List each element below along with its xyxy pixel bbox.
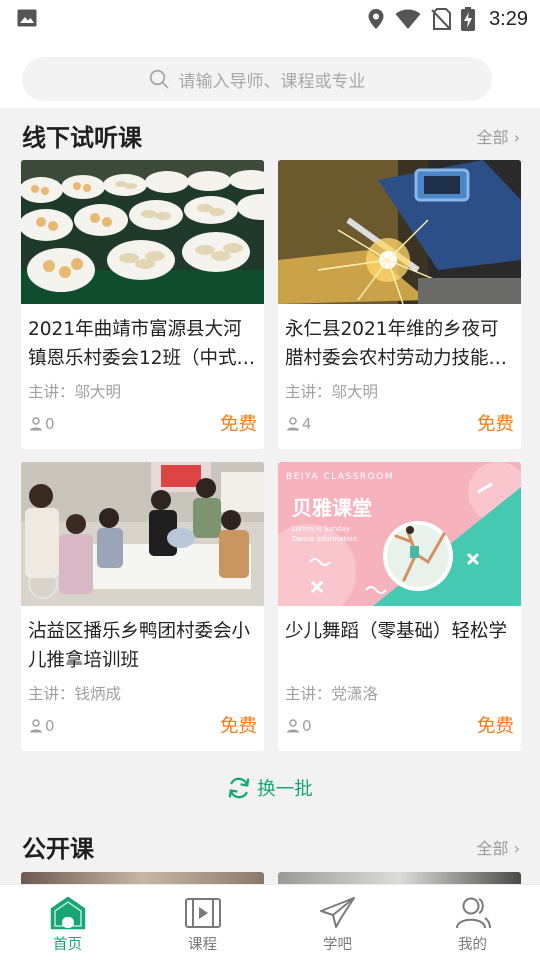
status-time: 3:29 bbox=[489, 7, 528, 30]
tab-home[interactable]: 首页 bbox=[0, 885, 135, 960]
home-icon bbox=[50, 896, 85, 930]
course-price: 免费 bbox=[219, 414, 257, 435]
poster-brand-big: 贝雅课堂 bbox=[292, 496, 372, 520]
wifi-icon bbox=[395, 9, 421, 29]
course-card[interactable]: BEIYA CLASSROOM 贝雅课堂 Lorem is Sunday Dan… bbox=[278, 462, 521, 751]
user-icon bbox=[455, 897, 491, 929]
refresh-icon bbox=[229, 777, 250, 799]
course-teacher: 主讲：邬大明 bbox=[285, 383, 379, 401]
tab-study-label: 学吧 bbox=[323, 937, 352, 953]
course-teacher: 主讲：邬大明 bbox=[28, 383, 122, 401]
no-sim-icon bbox=[431, 8, 452, 30]
learner-count: 4 bbox=[286, 415, 312, 433]
course-teacher: 主讲：党潇洛 bbox=[285, 685, 379, 703]
refresh-batch-button[interactable]: 换一批 bbox=[0, 772, 540, 804]
poster-brand-small: BEIYA CLASSROOM bbox=[286, 472, 395, 482]
person-icon bbox=[30, 719, 42, 733]
offline-see-all-link[interactable]: 全部 › bbox=[477, 124, 521, 148]
search-bar-container: 请输入导师、课程或专业 bbox=[0, 40, 540, 108]
classroom-photo bbox=[21, 462, 264, 606]
course-price: 免费 bbox=[219, 716, 257, 737]
public-section-title: 公开课 bbox=[22, 835, 94, 863]
person-icon bbox=[287, 417, 299, 431]
search-input[interactable]: 请输入导师、课程或专业 bbox=[22, 57, 492, 101]
tab-profile[interactable]: 我的 bbox=[405, 885, 540, 960]
learner-count-value: 0 bbox=[302, 717, 312, 735]
bottom-tab-bar: 首页 课程 学吧 我的 bbox=[0, 884, 540, 960]
learner-count-value: 0 bbox=[45, 415, 55, 433]
course-card[interactable]: 永仁县2021年维的乡夜可腊村委会农村劳动力技能… 主讲：邬大明 4 免费 bbox=[278, 160, 521, 449]
course-teacher: 主讲：钱炳成 bbox=[28, 685, 122, 703]
search-icon bbox=[149, 69, 168, 89]
learner-count-value: 4 bbox=[302, 415, 312, 433]
tab-courses-label: 课程 bbox=[188, 937, 217, 953]
course-title: 沾益区播乐乡鸭团村委会小儿推拿培训班 bbox=[28, 621, 251, 671]
course-title: 2021年曲靖市富源县大河镇恩乐村委会12班（中式… bbox=[28, 319, 256, 369]
tab-home-label: 首页 bbox=[53, 937, 82, 953]
course-price: 免费 bbox=[476, 716, 514, 737]
course-card[interactable]: 沾益区播乐乡鸭团村委会小儿推拿培训班 主讲：钱炳成 0 免费 bbox=[21, 462, 264, 751]
status-icons: 3:29 bbox=[367, 6, 528, 32]
tab-profile-label: 我的 bbox=[458, 937, 487, 953]
person-icon bbox=[287, 719, 299, 733]
offline-section-title: 线下试听课 bbox=[22, 124, 142, 152]
refresh-label: 换一批 bbox=[257, 779, 313, 800]
poster-tagline-1: Lorem is Sunday bbox=[292, 525, 351, 533]
learner-count-value: 0 bbox=[45, 717, 55, 735]
course-title: 永仁县2021年维的乡夜可腊村委会农村劳动力技能… bbox=[285, 319, 508, 369]
welding-photo bbox=[278, 160, 521, 304]
public-see-all-link[interactable]: 全部 › bbox=[477, 835, 521, 859]
dumplings-photo bbox=[21, 160, 264, 304]
offline-section-header: 线下试听课 全部 › bbox=[0, 112, 540, 158]
learner-count: 0 bbox=[29, 717, 55, 735]
search-placeholder: 请输入导师、课程或专业 bbox=[178, 71, 366, 92]
paper-plane-icon bbox=[319, 897, 355, 928]
dance-poster: BEIYA CLASSROOM 贝雅课堂 Lorem is Sunday Dan… bbox=[278, 462, 521, 606]
battery-charging-icon bbox=[461, 7, 476, 31]
course-card[interactable]: 2021年曲靖市富源县大河镇恩乐村委会12班（中式… 主讲：邬大明 0 免费 bbox=[21, 160, 264, 449]
tab-study[interactable]: 学吧 bbox=[270, 885, 405, 960]
poster-tagline-2: Dance information bbox=[292, 535, 357, 543]
status-bar: 3:29 bbox=[0, 0, 540, 40]
course-price: 免费 bbox=[476, 414, 514, 435]
public-section-header: 公开课 全部 › bbox=[0, 823, 540, 869]
learner-count: 0 bbox=[286, 717, 312, 735]
gallery-notification-icon bbox=[17, 9, 37, 27]
video-icon bbox=[184, 898, 221, 928]
location-icon bbox=[368, 9, 384, 29]
learner-count: 0 bbox=[29, 415, 55, 433]
person-icon bbox=[30, 417, 42, 431]
course-title: 少儿舞蹈（零基础）轻松学 bbox=[285, 621, 508, 642]
tab-courses[interactable]: 课程 bbox=[135, 885, 270, 960]
